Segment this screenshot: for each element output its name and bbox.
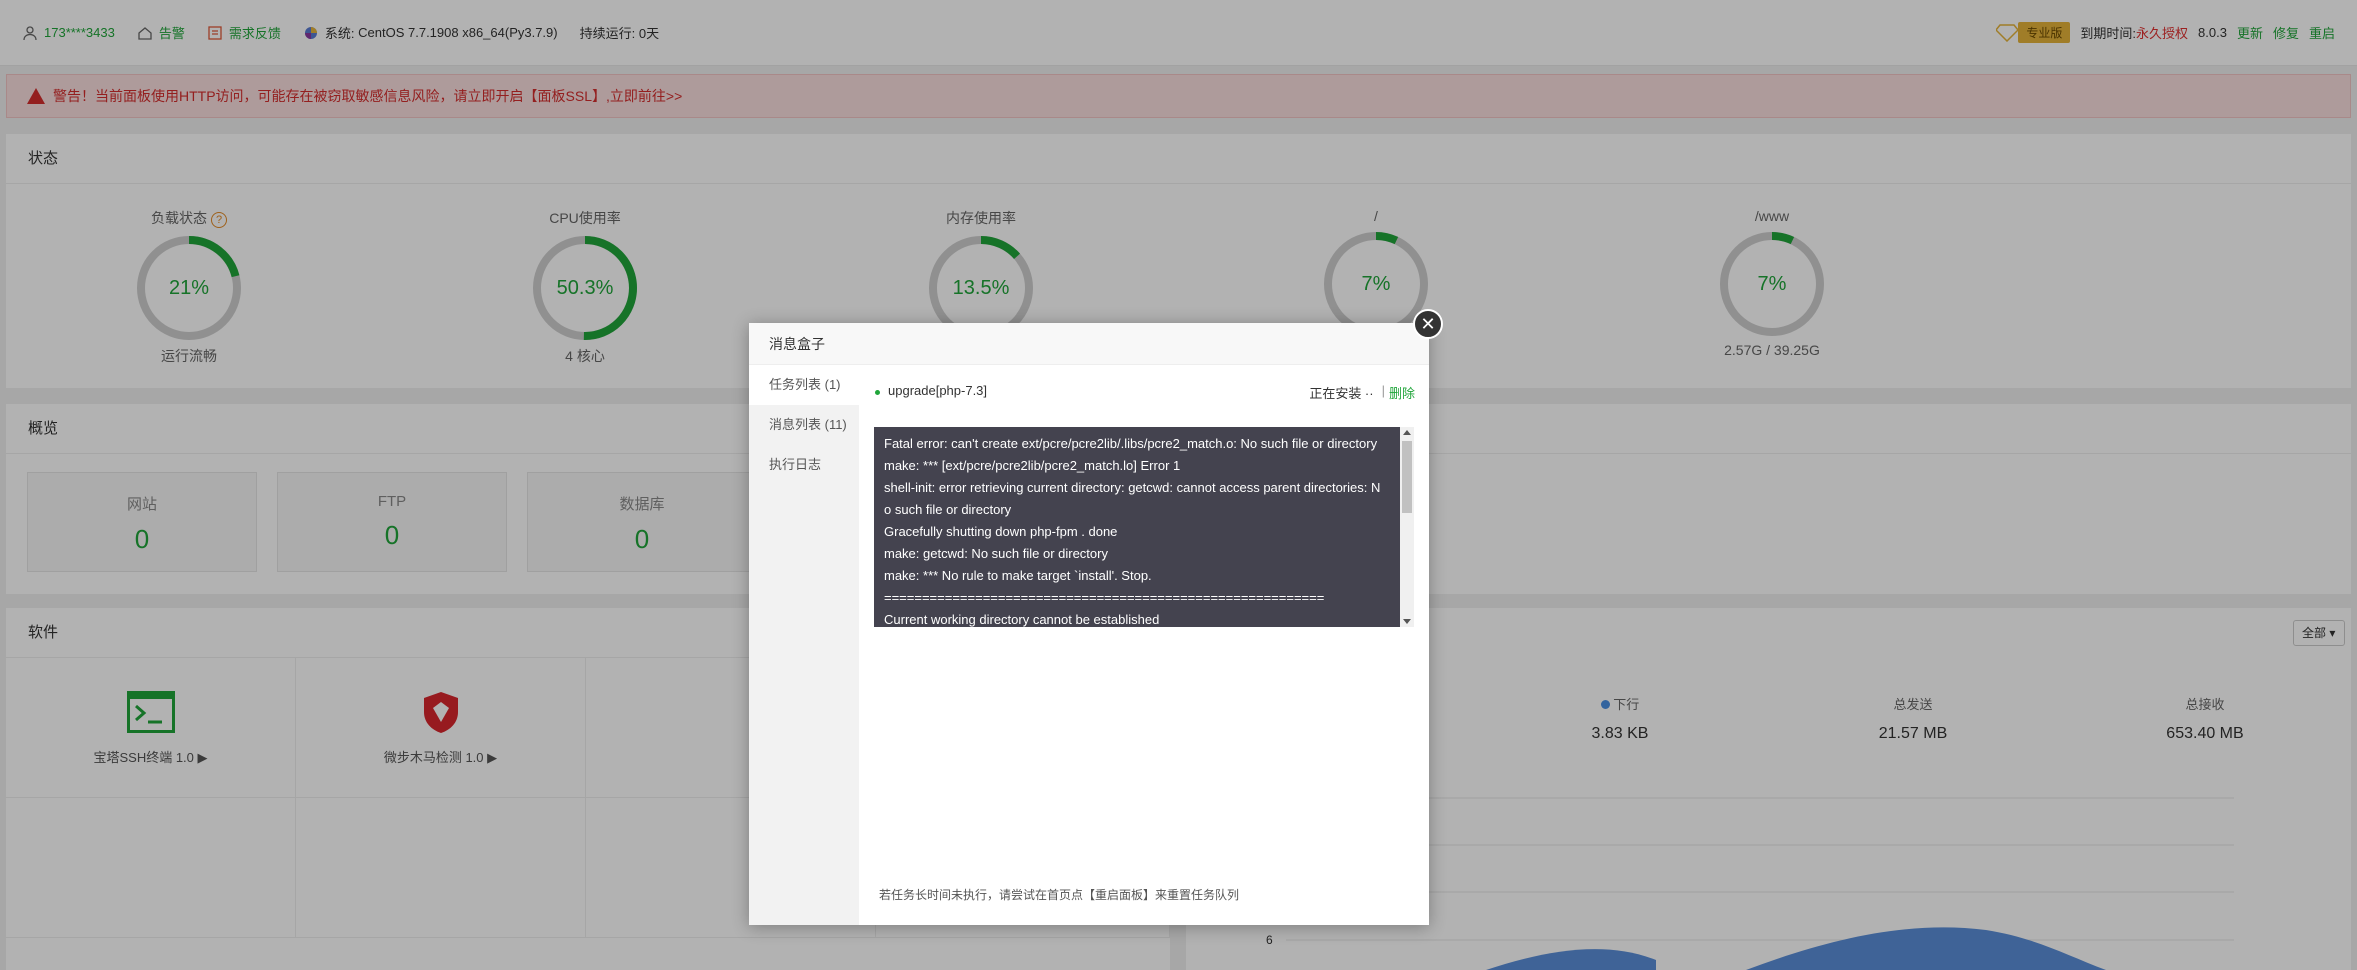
- tab-task-list[interactable]: 任务列表 (1): [749, 365, 859, 405]
- task-delete-button[interactable]: 删除: [1389, 383, 1415, 402]
- status-dot-icon: [875, 390, 880, 395]
- close-button[interactable]: ✕: [1413, 309, 1443, 339]
- task-tip: 若任务长时间未执行，请尝试在首页点【重启面板】来重置任务队列: [879, 888, 1240, 902]
- task-row: upgrade[php-7.3] 正在安装 ·· | 删除: [875, 383, 1415, 402]
- modal-title: 消息盒子: [749, 323, 1429, 365]
- task-name: upgrade[php-7.3]: [888, 383, 988, 398]
- console-line: o such file or directory: [884, 502, 1012, 517]
- console-scrollbar[interactable]: [1400, 427, 1414, 627]
- console-line: Fatal error: can't create ext/pcre/pcre2…: [884, 436, 1378, 451]
- tab-message-list[interactable]: 消息列表 (11): [749, 405, 859, 445]
- console-output: Fatal error: can't create ext/pcre/pcre2…: [884, 433, 1390, 627]
- tab-exec-log[interactable]: 执行日志: [749, 445, 859, 485]
- message-box-modal: 消息盒子 ✕ 任务列表 (1) 消息列表 (11) 执行日志 upgrade[p…: [749, 309, 1443, 925]
- console-line: Gracefully shutting down php-fpm . done: [884, 524, 1118, 539]
- scroll-thumb[interactable]: [1402, 441, 1412, 513]
- scroll-down-icon[interactable]: [1403, 619, 1411, 624]
- console-line: make: *** [ext/pcre/pcre2lib/pcre2_match…: [884, 458, 1181, 473]
- modal-main: upgrade[php-7.3] 正在安装 ·· | 删除 Fatal erro…: [859, 365, 1429, 925]
- task-console[interactable]: Fatal error: can't create ext/pcre/pcre2…: [874, 427, 1414, 627]
- modal-sidebar: 任务列表 (1) 消息列表 (11) 执行日志: [749, 365, 859, 925]
- console-line: Current working directory cannot be esta…: [884, 612, 1160, 627]
- close-icon: ✕: [1420, 314, 1436, 334]
- console-line: shell-init: error retrieving current dir…: [884, 480, 1381, 495]
- scroll-up-icon[interactable]: [1403, 430, 1411, 435]
- console-line: make: getcwd: No such file or directory: [884, 546, 1108, 561]
- console-line: ========================================…: [884, 590, 1325, 605]
- console-line: make: *** No rule to make target `instal…: [884, 568, 1152, 583]
- task-status: 正在安装 ··: [1309, 386, 1374, 401]
- separator: |: [1381, 383, 1385, 398]
